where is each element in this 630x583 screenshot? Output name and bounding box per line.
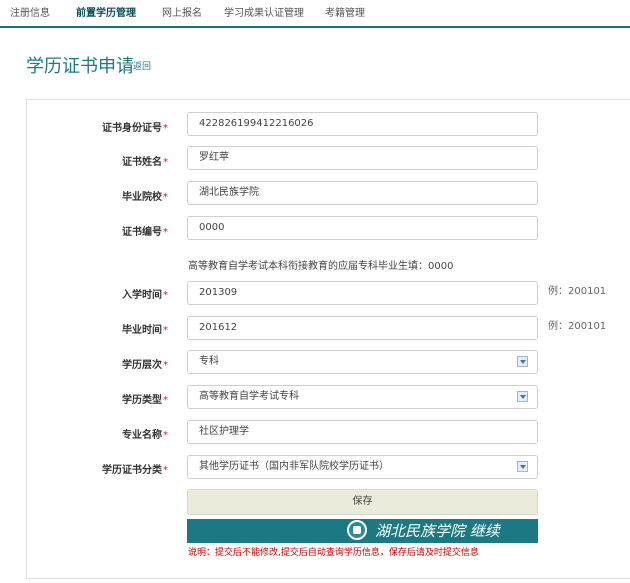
banner-watermark-text: 湖北民族学院 继续 xyxy=(375,522,500,540)
name-input[interactable]: 罗红苹 xyxy=(187,146,538,170)
type-select[interactable]: 高等教育自学考试专科 xyxy=(187,385,538,409)
level-select-value: 专科 xyxy=(199,356,219,367)
chevron-down-icon[interactable] xyxy=(517,461,528,472)
category-label: 学历证书分类* xyxy=(102,465,168,476)
grad-time-input[interactable]: 201612 xyxy=(187,316,538,340)
id-number-label: 证书身份证号* xyxy=(102,123,168,134)
type-select-value: 高等教育自学考试专科 xyxy=(199,391,299,402)
grad-time-example: 例：200101 xyxy=(548,321,607,332)
enroll-time-example: 例：200101 xyxy=(548,286,607,297)
page-title: 学历证书申请 xyxy=(26,56,134,77)
chevron-down-icon[interactable] xyxy=(517,391,528,402)
category-select[interactable]: 其他学历证书（国内非军队院校学历证书） xyxy=(187,455,538,479)
grad-time-label: 毕业时间* xyxy=(122,325,168,336)
cert-no-input[interactable]: 0000 xyxy=(187,216,538,240)
level-select[interactable]: 专科 xyxy=(187,350,538,374)
type-label: 学历类型* xyxy=(122,395,168,406)
cert-no-hint: 高等教育自学考试本科衔接教育的应届专科毕业生填：0000 xyxy=(188,261,454,272)
enroll-time-input[interactable]: 201309 xyxy=(187,281,538,305)
required-mark: * xyxy=(163,325,168,336)
required-mark: * xyxy=(163,123,168,134)
nav-item-registration-info[interactable]: 注册信息 xyxy=(10,4,50,19)
submission-note: 说明：提交后不能修改,提交后自动查询学历信息，保存后请及时提交信息 xyxy=(188,548,479,558)
school-banner: 湖北民族学院 继续 xyxy=(187,519,538,543)
nav-item-online-registration[interactable]: 网上报名 xyxy=(162,4,202,19)
nav-item-exam-records[interactable]: 考籍管理 xyxy=(325,4,365,19)
id-number-input[interactable]: 422826199412216026 xyxy=(187,112,538,136)
school-seal-icon xyxy=(347,520,367,540)
top-nav: 注册信息 前置学历管理 网上报名 学习成果认证管理 考籍管理 xyxy=(0,0,630,28)
school-label: 毕业院校* xyxy=(122,192,168,203)
enroll-time-label: 入学时间* xyxy=(122,290,168,301)
major-input[interactable]: 社区护理学 xyxy=(187,420,538,444)
required-mark: * xyxy=(163,192,168,203)
name-label: 证书姓名* xyxy=(122,157,168,168)
required-mark: * xyxy=(163,290,168,301)
save-button[interactable]: 保存 xyxy=(187,489,538,515)
school-input[interactable]: 湖北民族学院 xyxy=(187,181,538,205)
required-mark: * xyxy=(163,157,168,168)
required-mark: * xyxy=(163,360,168,371)
category-select-value: 其他学历证书（国内非军队院校学历证书） xyxy=(199,461,389,472)
level-label: 学历层次* xyxy=(122,360,168,371)
required-mark: * xyxy=(163,227,168,238)
nav-item-learning-certification[interactable]: 学习成果认证管理 xyxy=(224,4,304,19)
cert-no-label: 证书编号* xyxy=(122,227,168,238)
back-link[interactable]: 返回 xyxy=(133,59,151,72)
major-label: 专业名称* xyxy=(122,430,168,441)
required-mark: * xyxy=(163,395,168,406)
required-mark: * xyxy=(163,430,168,441)
chevron-down-icon[interactable] xyxy=(517,356,528,367)
required-mark: * xyxy=(163,465,168,476)
nav-item-prior-education[interactable]: 前置学历管理 xyxy=(76,4,136,19)
